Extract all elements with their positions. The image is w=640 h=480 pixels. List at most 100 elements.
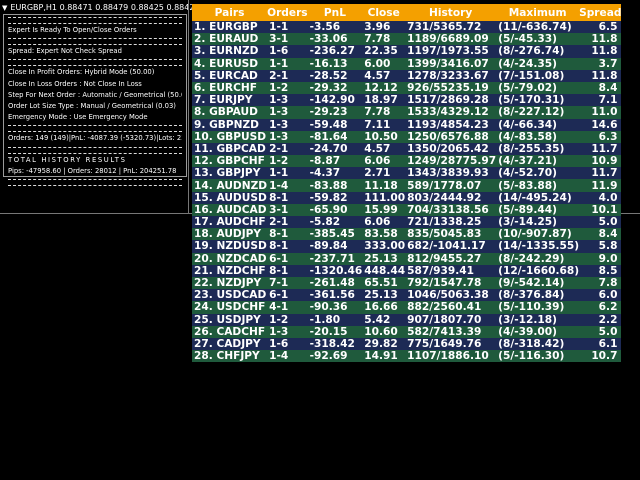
cell-spread: 11.9 (579, 179, 622, 192)
cell-spread: 11.8 (579, 45, 622, 58)
table-row: 16. AUDCAD 3-1 -65.90 15.99 704/33138.56 (5/-… (192, 203, 622, 216)
cell-pnl: -385.45 (307, 228, 363, 241)
cell-history: 882/2560.41 (405, 301, 497, 314)
symbol-quote: EURGBP,H1 0.88471 0.88479 0.88425 0.8842… (10, 3, 200, 12)
cell-spread: 10.9 (579, 155, 622, 168)
expert-info-panel: Expert Is Ready To Open/Close Orders Spr… (3, 14, 187, 187)
cell-pair: 5. EURCAD (192, 69, 268, 82)
table-row: 11. GBPCAD 2-1 -24.70 4.57 1350/2065.42 (8/-2… (192, 142, 622, 156)
cell-spread: 6.0 (579, 289, 622, 302)
cell-spread: 6.5 (579, 21, 622, 34)
cell-history: 1533/4329.12 (405, 106, 497, 119)
cell-maximum: (3/-14.25) (496, 216, 580, 229)
cell-pnl: -4.37 (307, 167, 363, 180)
cell-pair: 2. EURAUD (192, 33, 268, 46)
cell-pair: 28. CHFJPY (192, 350, 268, 363)
cell-maximum: (9/-542.14) (496, 276, 580, 290)
cell-history: 1197/1973.55 (405, 45, 497, 58)
table-row: 4. EURUSD 1-1 -16.13 6.00 1399/3416.07 (4/-24… (192, 57, 622, 70)
cell-close: 29.82 (362, 337, 406, 351)
pairs-table: Pairs Orders PnL Close History Maximum S… (192, 4, 622, 363)
table-row: 7. EURJPY 1-3 -142.90 18.97 1517/2869.28 (5/-… (192, 94, 622, 107)
cell-close: 14.91 (362, 350, 406, 363)
cell-orders: 3-1 (267, 33, 308, 46)
cell-pair: 6. EURCHF (192, 81, 268, 95)
table-row: 9. GBPNZD 1-3 -59.48 7.11 1193/4854.23 (4/-66… (192, 118, 622, 131)
col-header-maximum: Maximum (496, 4, 580, 21)
table-header-row: Pairs Orders PnL Close History Maximum S… (192, 4, 622, 21)
divider (8, 38, 182, 46)
cell-spread: 6.2 (579, 301, 622, 314)
cell-history: 775/1649.76 (405, 337, 497, 351)
cell-history: 682/-1041.17 (405, 240, 497, 253)
cell-spread: 11.7 (579, 167, 622, 180)
cell-pnl: -1320.46 (307, 264, 363, 277)
cell-history: 1046/5063.38 (405, 289, 497, 302)
table-row: 20. NZDCAD 6-1 -237.71 25.13 812/9455.27 (8/-… (192, 252, 622, 265)
cell-maximum: (4/-66.34) (496, 118, 580, 131)
cell-pair: 23. USDCAD (192, 289, 268, 302)
cell-pair: 25. USDJPY (192, 313, 268, 326)
cell-maximum: (8/-276.74) (496, 45, 580, 58)
cell-close: 11.18 (362, 179, 406, 192)
setting-step: Step For Next Order : Automatic / Geomet… (8, 90, 182, 99)
cell-pnl: -29.32 (307, 81, 363, 95)
cell-maximum: (4/-24.35) (496, 57, 580, 70)
cell-history: 835/5045.83 (405, 228, 497, 241)
cell-pair: 13. GBPJPY (192, 167, 268, 180)
cell-maximum: (5/-116.30) (496, 350, 580, 363)
cell-close: 16.66 (362, 301, 406, 314)
cell-pair: 21. NZDCHF (192, 264, 268, 277)
table-row: 12. GBPCHF 1-2 -8.87 6.06 1249/28775.97 (4/-3… (192, 155, 622, 168)
cell-pair: 26. CADCHF (192, 325, 268, 338)
cell-maximum: (5/-79.02) (496, 81, 580, 95)
cell-spread: 2.2 (579, 313, 622, 326)
cell-pnl: -59.82 (307, 191, 363, 204)
cell-close: 4.57 (362, 69, 406, 82)
cell-orders: 2-1 (267, 142, 308, 156)
cell-orders: 2-1 (267, 216, 308, 229)
cell-maximum: (4/-52.70) (496, 167, 580, 180)
cell-pair: 11. GBPCAD (192, 142, 268, 156)
col-header-close: Close (362, 4, 406, 21)
cell-history: 704/33138.56 (405, 203, 497, 216)
setting-emergency: Emergency Mode : Use Emergency Mode (8, 113, 148, 122)
cell-close: 15.99 (362, 203, 406, 216)
cell-spread: 6.3 (579, 130, 622, 143)
cell-close: 25.13 (362, 252, 406, 265)
cell-maximum: (10/-907.87) (496, 228, 580, 241)
cell-pnl: -89.84 (307, 240, 363, 253)
cell-close: 6.06 (362, 155, 406, 168)
cell-maximum: (4/-39.00) (496, 325, 580, 338)
table-row: 17. AUDCHF 2-1 -5.82 6.06 721/1338.25 (3/-14.… (192, 216, 622, 229)
cell-spread: 8.5 (579, 264, 622, 277)
dropdown-triangle-icon[interactable]: ▼ (2, 4, 7, 12)
cell-orders: 8-1 (267, 240, 308, 253)
cell-orders: 1-3 (267, 94, 308, 107)
cell-orders: 1-6 (267, 45, 308, 58)
setting-close-profit: Close In Profit Orders: Hybrid Mode (50.… (8, 68, 155, 77)
cell-orders: 3-1 (267, 203, 308, 216)
cell-close: 333.00 (362, 240, 406, 253)
cell-pnl: -81.64 (307, 130, 363, 143)
cell-pair: 27. CADJPY (192, 337, 268, 351)
cell-maximum: (14/-495.24) (496, 191, 580, 204)
cell-pair: 12. GBPCHF (192, 155, 268, 168)
cell-pair: 20. NZDCAD (192, 252, 268, 265)
cell-close: 65.51 (362, 276, 406, 290)
cell-orders: 1-1 (267, 57, 308, 70)
cell-maximum: (5/-83.88) (496, 179, 580, 192)
cell-history: 587/939.41 (405, 264, 497, 277)
cell-maximum: (3/-12.18) (496, 313, 580, 326)
cell-maximum: (5/-45.33) (496, 33, 580, 46)
cell-pnl: -29.23 (307, 106, 363, 119)
cell-pair: 15. AUDUSD (192, 191, 268, 204)
cell-history: 589/1778.07 (405, 179, 497, 192)
cell-spread: 7.8 (579, 276, 622, 290)
cell-orders: 8-1 (267, 228, 308, 241)
cell-orders: 1-1 (267, 21, 308, 34)
cell-close: 10.60 (362, 325, 406, 338)
cell-orders: 1-3 (267, 130, 308, 143)
table-row: 1. EURGBP 1-1 -3.56 3.96 731/5365.72 (11/-636… (192, 21, 622, 34)
cell-maximum: (8/-242.29) (496, 252, 580, 265)
